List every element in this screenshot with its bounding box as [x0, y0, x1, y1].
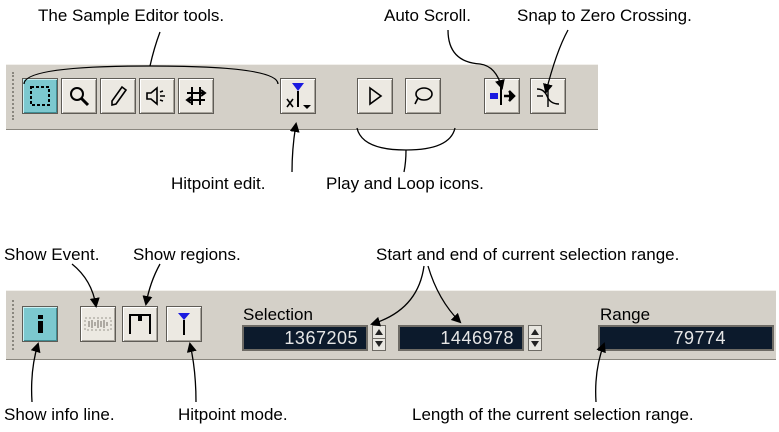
callout-hitpoint-mode: Hitpoint mode.: [178, 405, 288, 424]
play-button[interactable]: [357, 78, 393, 114]
scrub-icon: [185, 87, 207, 105]
scrub-tool-button[interactable]: [178, 78, 214, 114]
callout-start-end: Start and end of current selection range…: [376, 245, 680, 264]
play-icon: [369, 86, 383, 106]
info-toolbar-grip: [12, 300, 18, 350]
auto-scroll-icon: [490, 87, 516, 105]
zoom-tool-button[interactable]: [61, 78, 97, 114]
show-info-button[interactable]: [22, 306, 58, 342]
show-event-button[interactable]: [80, 306, 116, 342]
stepper-down-icon[interactable]: [531, 341, 539, 347]
callout-sample-editor-tools: The Sample Editor tools.: [38, 6, 225, 25]
bracket-play-loop: [356, 127, 456, 151]
selection-label: Selection: [243, 305, 313, 324]
callout-show-event: Show Event.: [4, 245, 100, 264]
show-regions-icon: [129, 314, 151, 334]
selection-end-field[interactable]: 1446978: [398, 325, 524, 351]
hitpoint-mode-button[interactable]: [166, 306, 202, 342]
loop-icon: [414, 87, 433, 105]
range-field: 79774: [598, 325, 774, 351]
callout-auto-scroll: Auto Scroll.: [384, 6, 471, 25]
hitpoint-edit-icon: [286, 83, 311, 109]
audition-tool-button[interactable]: [139, 78, 175, 114]
selection-start-field[interactable]: 1367205: [242, 325, 368, 351]
stepper-down-icon[interactable]: [375, 341, 383, 347]
show-regions-button[interactable]: [122, 306, 158, 342]
pencil-icon: [111, 85, 128, 107]
callout-hitpoint-edit: Hitpoint edit.: [171, 174, 266, 193]
range-label: Range: [600, 305, 651, 324]
selection-start-stepper[interactable]: [372, 325, 386, 351]
toolbar-grip: [12, 72, 18, 120]
callout-show-info: Show info line.: [4, 405, 115, 424]
loop-button[interactable]: [405, 78, 441, 114]
callout-play-loop: Play and Loop icons.: [326, 174, 484, 193]
magnifier-icon: [70, 87, 90, 107]
range-select-icon: [30, 86, 50, 106]
hitpoint-edit-tool-button[interactable]: [280, 78, 316, 114]
callout-show-regions: Show regions.: [133, 245, 241, 264]
hitpoint-mode-icon: [178, 313, 190, 335]
snap-zero-crossing-icon: [536, 85, 560, 107]
stepper-up-icon[interactable]: [531, 329, 539, 335]
auto-scroll-button[interactable]: [484, 78, 520, 114]
show-event-icon: [84, 317, 112, 331]
callout-snap-zero: Snap to Zero Crossing.: [517, 6, 692, 25]
callout-length-range: Length of the current selection range.: [412, 405, 694, 424]
range-select-tool-button[interactable]: [22, 78, 58, 114]
info-icon: [38, 315, 43, 333]
speaker-icon: [146, 86, 165, 106]
selection-end-stepper[interactable]: [528, 325, 542, 351]
pencil-tool-button[interactable]: [100, 78, 136, 114]
snap-zero-crossing-button[interactable]: [530, 78, 566, 114]
stepper-up-icon[interactable]: [375, 329, 383, 335]
